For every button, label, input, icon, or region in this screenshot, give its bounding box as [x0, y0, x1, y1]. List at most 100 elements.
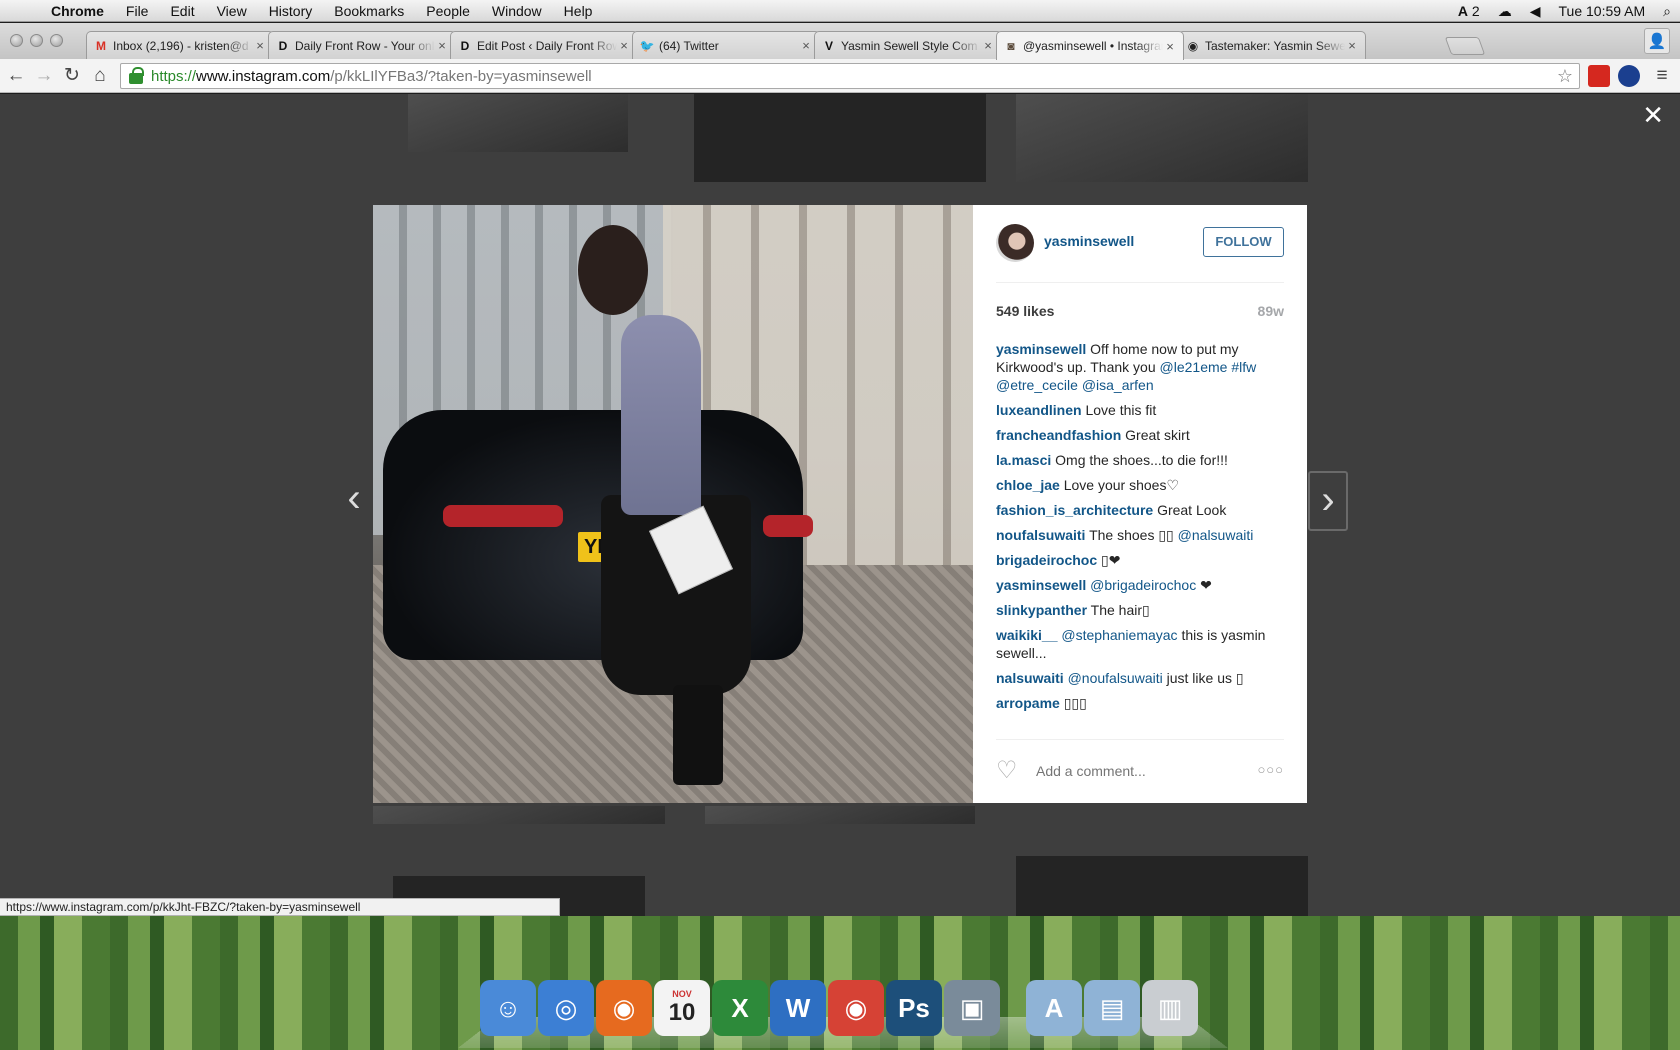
reload-icon[interactable]: ↻ — [60, 64, 84, 88]
safari-icon[interactable]: ◎ — [538, 980, 594, 1036]
comment-text: Great Look — [1157, 502, 1227, 518]
follow-button[interactable]: FOLLOW — [1203, 227, 1284, 257]
chrome-icon[interactable]: ◉ — [828, 980, 884, 1036]
photo-taillight — [443, 505, 563, 527]
vogue-v-icon: V — [824, 38, 833, 53]
comment-username[interactable]: yasminsewell — [996, 577, 1086, 593]
comment-username[interactable]: la.masci — [996, 452, 1051, 468]
comment-input[interactable] — [1036, 758, 1236, 784]
background-thumbnail[interactable] — [694, 94, 986, 182]
comment-username[interactable]: noufalsuwaiti — [996, 527, 1085, 543]
tab-close-icon[interactable]: × — [799, 38, 813, 53]
comment-username[interactable]: fashion_is_architecture — [996, 502, 1153, 518]
menu-view[interactable]: View — [206, 0, 258, 22]
post-username[interactable]: yasminsewell — [1044, 233, 1134, 249]
home-icon[interactable]: ⌂ — [88, 64, 112, 88]
browser-tab[interactable]: ◉ Tastemaker: Yasmin Sewell × — [1178, 31, 1366, 59]
profile-icon[interactable]: 👤 — [1644, 28, 1670, 54]
window-zoom-button[interactable] — [50, 34, 63, 47]
calendar-icon[interactable]: NOV 10 — [654, 980, 710, 1036]
likes-count[interactable]: 549 likes — [996, 303, 1054, 319]
clock[interactable]: Tue 10:59 AM — [1550, 0, 1655, 22]
comment: brigadeirochoc ▯❤ — [996, 551, 1284, 569]
background-thumbnail[interactable] — [705, 806, 975, 824]
next-post-arrow-icon[interactable]: › — [1308, 471, 1348, 531]
tab-close-icon[interactable]: × — [1345, 38, 1359, 53]
background-thumbnail[interactable] — [1016, 856, 1308, 916]
previous-post-arrow-icon[interactable]: ‹ — [334, 471, 374, 531]
comment-username[interactable]: slinkypanther — [996, 602, 1087, 618]
back-icon[interactable]: ← — [4, 64, 28, 88]
comment-username[interactable]: luxeandlinen — [996, 402, 1082, 418]
browser-tab[interactable]: ◙ @yasminsewell • Instagram × — [996, 31, 1184, 60]
comment-username[interactable]: brigadeirochoc — [996, 552, 1097, 568]
comment-username[interactable]: chloe_jae — [996, 477, 1060, 493]
address-bar[interactable]: https:// www.instagram.com /p/kkLIlYFBa3… — [120, 63, 1580, 89]
browser-tab[interactable]: D Daily Front Row - Your onl × — [268, 31, 456, 59]
documents-folder-icon[interactable]: ▤ — [1084, 980, 1140, 1036]
finder-icon[interactable]: ☺ — [480, 980, 536, 1036]
firefox-icon[interactable]: ◉ — [596, 980, 652, 1036]
close-modal-icon[interactable]: ✕ — [1642, 100, 1664, 131]
menu-people[interactable]: People — [415, 0, 481, 22]
more-options-icon[interactable]: ○○○ — [1257, 762, 1284, 777]
tab-close-icon[interactable]: × — [253, 38, 267, 53]
comment-username[interactable]: yasminsewell — [996, 341, 1086, 357]
mention-link[interactable]: @etre_cecile — [996, 377, 1078, 393]
hashtag-link[interactable]: #lfw — [1231, 359, 1256, 375]
applications-folder-icon[interactable]: A — [1026, 980, 1082, 1036]
mention-link[interactable]: @noufalsuwaiti — [1068, 670, 1163, 686]
chrome-menu-icon[interactable]: ≡ — [1650, 64, 1674, 88]
tab-close-icon[interactable]: × — [435, 38, 449, 53]
creative-cloud-icon[interactable]: ☁ — [1489, 0, 1521, 22]
adobe-status-icon[interactable]: A 2 — [1449, 0, 1489, 22]
comment-username[interactable]: francheandfashion — [996, 427, 1121, 443]
app-menu[interactable]: Chrome — [40, 0, 115, 22]
volume-icon[interactable]: ◀ — [1521, 0, 1550, 22]
menu-help[interactable]: Help — [553, 0, 604, 22]
trash-icon[interactable]: ▥ — [1142, 980, 1198, 1036]
mention-link[interactable]: @nalsuwaiti — [1178, 527, 1254, 543]
menu-edit[interactable]: Edit — [159, 0, 205, 22]
tab-close-icon[interactable]: × — [617, 38, 631, 53]
forward-icon[interactable]: → — [32, 64, 56, 88]
browser-tab[interactable]: 🐦 (64) Twitter × — [632, 31, 820, 59]
comment-username[interactable]: nalsuwaiti — [996, 670, 1064, 686]
window-minimize-button[interactable] — [30, 34, 43, 47]
photoshop-icon[interactable]: Ps — [886, 980, 942, 1036]
spotlight-search-icon[interactable]: ⌕ — [1654, 0, 1680, 22]
pinterest-extension-icon[interactable] — [1588, 65, 1610, 87]
menu-window[interactable]: Window — [481, 0, 553, 22]
excel-icon[interactable]: X — [712, 980, 768, 1036]
menu-file[interactable]: File — [115, 0, 160, 22]
lock-icon[interactable] — [129, 66, 144, 84]
mention-link[interactable]: @isa_arfen — [1082, 377, 1154, 393]
preview-icon[interactable]: ▣ — [944, 980, 1000, 1036]
browser-tab[interactable]: V Yasmin Sewell Style Com F × — [814, 31, 1002, 59]
window-close-button[interactable] — [10, 34, 23, 47]
word-icon[interactable]: W — [770, 980, 826, 1036]
background-thumbnail[interactable] — [1016, 94, 1308, 182]
comment-username[interactable]: waikiki__ — [996, 627, 1058, 643]
heart-like-icon[interactable]: ♡ — [996, 759, 1022, 783]
browser-tab[interactable]: M Inbox (2,196) - kristen@d × — [86, 31, 274, 59]
mention-link[interactable]: @brigadeirochoc — [1090, 577, 1196, 593]
mention-link[interactable]: @stephaniemayac — [1061, 627, 1177, 643]
browser-tab[interactable]: D Edit Post ‹ Daily Front Row × — [450, 31, 638, 59]
skype-extension-icon[interactable] — [1618, 65, 1640, 87]
tab-close-icon[interactable]: × — [1163, 39, 1177, 54]
post-photo[interactable]: YF6 — [373, 205, 973, 803]
comment-username[interactable]: arropame — [996, 695, 1060, 711]
comment-text: The hair▯ — [1090, 602, 1150, 618]
avatar[interactable] — [996, 224, 1034, 262]
post-age[interactable]: 89w — [1258, 303, 1284, 319]
mention-link[interactable]: @le21eme — [1160, 359, 1228, 375]
tab-close-icon[interactable]: × — [981, 38, 995, 53]
menu-bookmarks[interactable]: Bookmarks — [323, 0, 415, 22]
background-thumbnail[interactable] — [408, 94, 628, 152]
new-tab-button[interactable] — [1444, 37, 1486, 55]
background-thumbnail[interactable] — [373, 806, 665, 824]
bookmark-star-icon[interactable]: ☆ — [1557, 66, 1573, 87]
dock-icon-glyph: ◎ — [554, 992, 578, 1023]
menu-history[interactable]: History — [258, 0, 324, 22]
